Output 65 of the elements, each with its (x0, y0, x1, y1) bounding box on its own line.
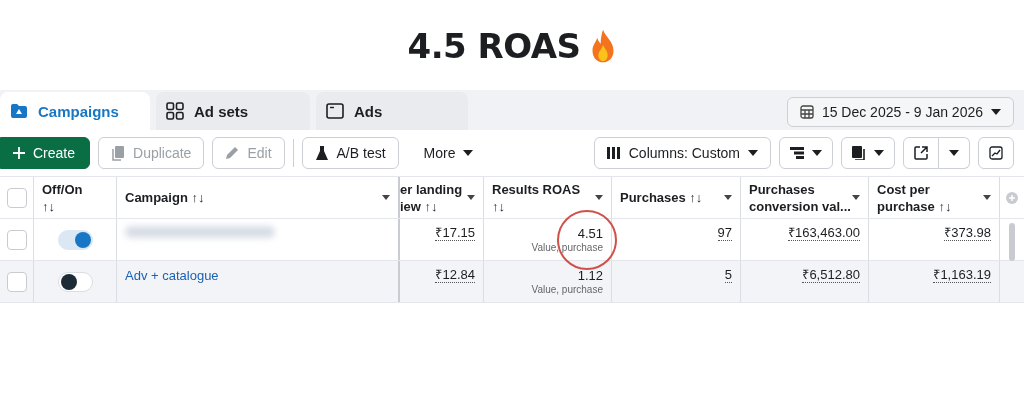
calendar-icon (799, 105, 814, 119)
tab[interactable]: Ads (316, 92, 468, 130)
caret-icon[interactable] (595, 195, 603, 200)
column-header[interactable]: Purchases conversion val... (749, 180, 851, 215)
export-button[interactable] (903, 137, 939, 169)
export-menu-button[interactable] (939, 137, 970, 169)
roas-note: Value, purchase (531, 241, 603, 255)
caret-icon (748, 150, 758, 156)
table-cell: ₹163,463.00 (787, 226, 860, 241)
column-header[interactable]: Purchases ↑↓ (620, 189, 703, 206)
export-icon (914, 146, 928, 160)
roas-note: Value, purchase (531, 283, 603, 297)
checkbox[interactable] (6, 229, 27, 250)
table-cell: ₹6,512.80 (802, 268, 860, 283)
table-cell: ₹17.15 (435, 226, 475, 241)
toggle-switch[interactable] (57, 229, 93, 250)
table-cell: ₹1,163.19 (933, 268, 991, 283)
column-header[interactable]: Results ROAS ↑↓ (492, 180, 581, 215)
grid-icon (166, 102, 184, 120)
column-header[interactable]: Off/On ↑↓ (42, 180, 83, 215)
caret-icon (949, 150, 959, 156)
caret-icon (874, 150, 884, 156)
headline: 4.5 ROAS (407, 26, 581, 66)
columns-button[interactable]: Columns: Custom (593, 137, 771, 169)
caret-icon (463, 150, 474, 156)
document-icon (852, 146, 866, 160)
plus-icon (13, 147, 25, 159)
caret-icon[interactable] (724, 195, 732, 200)
copy-icon (111, 145, 126, 161)
chart-button[interactable] (978, 137, 1014, 169)
table-cell: 97 (717, 226, 732, 241)
more-button[interactable]: More (410, 137, 487, 169)
window-icon (326, 103, 344, 119)
folder-icon (10, 103, 28, 119)
caret-icon (991, 109, 1001, 115)
table-cell: 5 (724, 268, 732, 283)
table-cell: ₹373.98 (944, 226, 991, 241)
pencil-icon (225, 146, 240, 160)
roas-value: 4.51 (577, 226, 603, 241)
create-button[interactable]: Create (0, 137, 91, 169)
column-header[interactable]: Cost per purchase ↑↓ (877, 180, 952, 215)
tab[interactable]: Ad sets (156, 92, 310, 130)
bars-icon (790, 147, 804, 159)
flask-icon (314, 145, 329, 161)
checkbox[interactable] (6, 187, 27, 208)
breakdown-button[interactable] (779, 137, 833, 169)
checkbox[interactable] (6, 271, 27, 292)
column-header[interactable]: Campaign ↑↓ (125, 189, 205, 206)
toggle-switch[interactable] (57, 271, 93, 292)
table-cell: ₹12.84 (435, 268, 475, 283)
campaign-link[interactable]: Adv + catalogue (125, 268, 219, 283)
tab[interactable]: Campaigns (0, 92, 150, 130)
caret-icon[interactable] (467, 195, 475, 200)
roas-value: 1.12 (577, 268, 603, 283)
scrollbar[interactable] (1009, 223, 1015, 261)
trend-chart-icon (989, 146, 1003, 160)
columns-icon (606, 147, 621, 159)
date-range-button[interactable]: 15 Dec 2025 - 9 Jan 2026 (786, 97, 1014, 127)
abtest-button[interactable]: A/B test (301, 137, 399, 169)
caret-icon[interactable] (983, 195, 991, 200)
column-header[interactable]: er landing iew ↑↓ (400, 180, 463, 215)
caret-icon[interactable] (382, 195, 390, 200)
reports-button[interactable] (841, 137, 895, 169)
caret-icon[interactable] (852, 195, 860, 200)
caret-icon (812, 150, 822, 156)
